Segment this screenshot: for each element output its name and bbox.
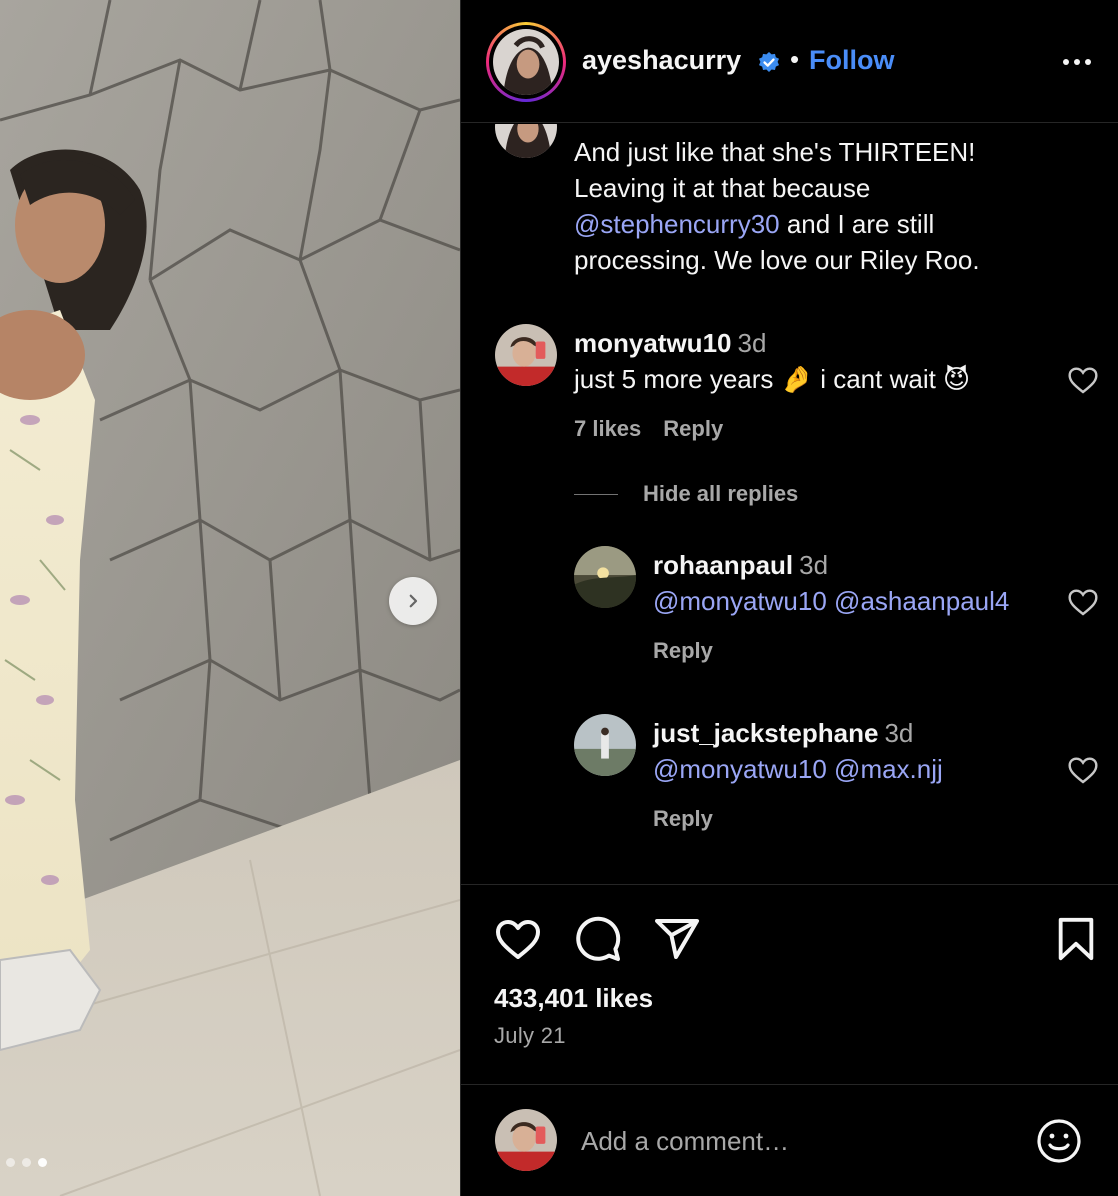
replier-avatar[interactable] [574, 714, 636, 776]
reply-mention-link[interactable]: @ashaanpaul4 [834, 586, 1009, 616]
post-caption: And just like that she's THIRTEEN! Leavi… [574, 137, 980, 275]
add-comment-bar [461, 1084, 1118, 1196]
reply-button[interactable]: Reply [653, 638, 713, 663]
carousel-indicator [6, 1158, 47, 1167]
reply-like-heart-icon[interactable] [1067, 755, 1099, 785]
comment-time: 3d [737, 328, 767, 358]
dot-separator: • [790, 44, 800, 74]
comment-likes-count[interactable]: 7 likes [574, 416, 641, 441]
post-panel: ayeshacurry • Follow And just like that … [460, 0, 1118, 1196]
heart-icon[interactable] [494, 917, 542, 961]
carousel-dot-active [38, 1158, 47, 1167]
replier-avatar[interactable] [574, 546, 636, 608]
follow-button[interactable]: Follow [809, 45, 894, 76]
reply-button[interactable]: Reply [653, 806, 713, 831]
avatar-image [493, 29, 559, 95]
verified-badge-icon [759, 52, 779, 72]
author-username[interactable]: ayeshacurry [582, 45, 741, 76]
commenter-avatar[interactable] [495, 324, 557, 386]
comment-text: just 5 more years 🤌 i cant wait 😈 [574, 364, 971, 394]
likes-count[interactable]: 433,401 likes [494, 983, 653, 1014]
hide-replies-toggle[interactable]: Hide all replies [574, 481, 798, 507]
reply-time: 3d [884, 718, 914, 748]
reply-mention-link[interactable]: @monyatwu10 [653, 586, 827, 616]
more-options-icon[interactable] [1057, 48, 1097, 76]
chevron-right-icon [409, 594, 418, 608]
reply-like-heart-icon[interactable] [1067, 587, 1099, 617]
reply-item: just_jackstephane 3d @monyatwu10 @max.njj… [574, 714, 1094, 844]
comment-bubble-icon[interactable] [574, 915, 622, 963]
reply-mention-link[interactable]: @max.njj [834, 754, 943, 784]
post-header: ayeshacurry • Follow [461, 0, 1118, 123]
emoji-smiley-icon[interactable] [1035, 1117, 1083, 1165]
carousel-dot [22, 1158, 31, 1167]
carousel-dot [6, 1158, 15, 1167]
comment-like-heart-icon[interactable] [1067, 365, 1099, 395]
comment-input[interactable] [581, 1121, 1011, 1161]
caption-mention-link[interactable]: @stephencurry30 [574, 209, 780, 239]
post-photo[interactable] [0, 0, 460, 1196]
next-slide-button[interactable] [389, 577, 437, 625]
bookmark-icon[interactable] [1053, 915, 1099, 963]
reply-item: rohaanpaul 3d @monyatwu10 @ashaanpaul4 Re… [574, 546, 1094, 676]
comment-item: monyatwu10 3d just 5 more years 🤌 i cant … [495, 324, 1095, 454]
reply-username[interactable]: rohaanpaul [653, 550, 793, 580]
reply-button[interactable]: Reply [663, 416, 723, 441]
caption-author-avatar[interactable] [495, 124, 557, 158]
current-user-avatar [495, 1109, 557, 1171]
reply-username[interactable]: just_jackstephane [653, 718, 878, 748]
comments-section[interactable]: And just like that she's THIRTEEN! Leavi… [461, 124, 1118, 884]
reply-time: 3d [799, 550, 829, 580]
reply-mention-link[interactable]: @monyatwu10 [653, 754, 827, 784]
post-date: July 21 [494, 1023, 566, 1048]
paper-plane-icon[interactable] [653, 915, 701, 963]
author-avatar[interactable] [486, 22, 566, 102]
comment-username[interactable]: monyatwu10 [574, 328, 732, 358]
